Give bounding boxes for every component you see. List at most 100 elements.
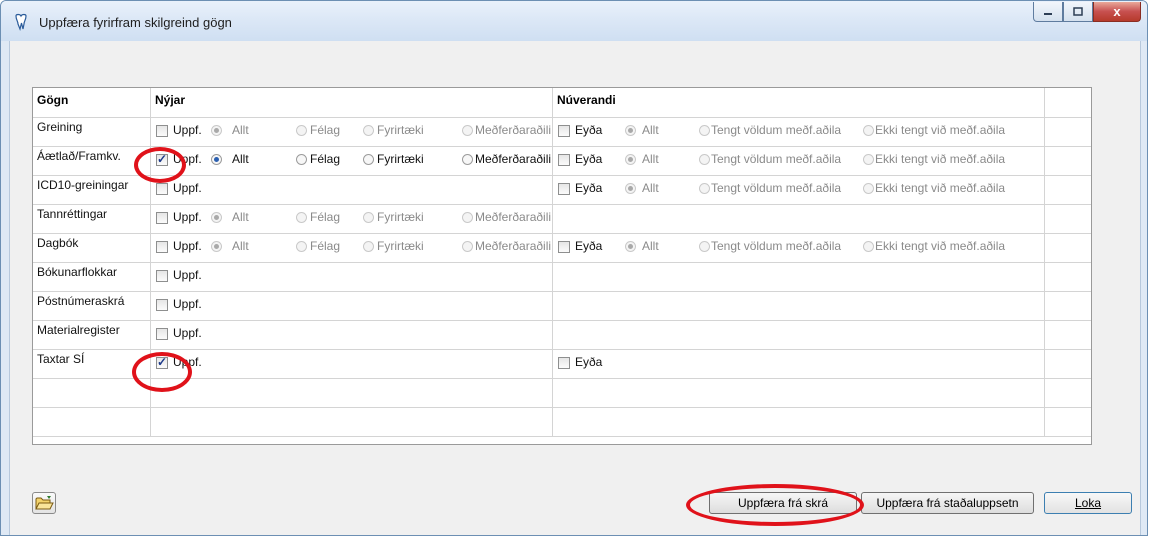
maximize-button[interactable]: [1063, 2, 1093, 22]
nyjar-cell: Uppf.AlltFélagFyrirtækiMeðferðaraðili: [151, 204, 553, 233]
eyda-checkbox[interactable]: [558, 183, 570, 195]
new-scope-label: Meðferðaraðili: [475, 123, 552, 137]
close-button[interactable]: Loka: [1044, 492, 1132, 514]
current-scope-radio[interactable]: [699, 125, 710, 136]
row-label: Póstnúmeraskrá: [33, 291, 151, 320]
current-scope-radio[interactable]: [625, 154, 636, 165]
new-scope-radio[interactable]: [211, 154, 222, 165]
open-folder-icon: [35, 496, 54, 510]
eyda-label: Eyða: [575, 181, 603, 195]
eyda-checkbox[interactable]: [558, 154, 570, 166]
uppf-checkbox[interactable]: [156, 125, 168, 137]
uppf-label: Uppf.: [173, 123, 202, 137]
new-scope-radio[interactable]: [462, 212, 473, 223]
eyda-checkbox[interactable]: [558, 125, 570, 137]
empty-cell: [553, 378, 1045, 407]
current-scope-radio[interactable]: [699, 183, 710, 194]
uppf-checkbox[interactable]: [156, 299, 168, 311]
uppf-label: Uppf.: [173, 268, 202, 282]
minimize-button[interactable]: [1033, 2, 1063, 22]
new-scope-label: Meðferðaraðili: [475, 210, 552, 224]
uppf-checkbox[interactable]: [156, 212, 168, 224]
empty-row: [33, 378, 1091, 408]
title-bar[interactable]: Uppfæra fyrirfram skilgreind gögn x: [1, 1, 1147, 41]
current-scope-label: Ekki tengt við meðf.aðila: [875, 181, 1006, 195]
new-scope-label: Félag: [310, 210, 341, 224]
empty-row: [33, 407, 1091, 437]
new-scope-label: Fyrirtæki: [377, 239, 424, 253]
table-row: Bókunarflokkar Uppf.: [33, 262, 1091, 292]
new-scope-label: Meðferðaraðili: [475, 239, 552, 253]
new-scope-radio[interactable]: [363, 125, 374, 136]
close-icon: x: [1113, 4, 1121, 19]
close-window-button[interactable]: x: [1093, 2, 1141, 22]
eyda-checkbox[interactable]: [558, 357, 570, 369]
nyjar-cell: Uppf.: [151, 349, 553, 378]
column-header-gogn: Gögn: [33, 88, 151, 117]
uppf-checkbox[interactable]: [156, 328, 168, 340]
open-folder-button[interactable]: [32, 492, 56, 514]
eyda-checkbox[interactable]: [558, 241, 570, 253]
extra-cell: [1045, 349, 1091, 378]
current-scope-radio[interactable]: [625, 125, 636, 136]
new-scope-label: Meðferðaraðili: [475, 152, 552, 166]
table-row: Dagbók Uppf. Allt Félag Fyrirtæki Meðferðarað…: [33, 233, 1091, 263]
nuverandi-cell: [553, 320, 1045, 349]
new-scope-radio[interactable]: [462, 125, 473, 136]
new-scope-radio[interactable]: [211, 212, 222, 223]
nuverandi-cell: [553, 291, 1045, 320]
new-scope-label: Allt: [232, 210, 249, 224]
nyjar-cell: Uppf.: [151, 320, 553, 349]
current-scope-radio[interactable]: [863, 183, 874, 194]
new-scope-radio[interactable]: [363, 212, 374, 223]
nyjar-cell: Uppf.AlltFélagFyrirtækiMeðferðaraðili: [151, 233, 553, 262]
current-scope-label: Ekki tengt við meðf.aðila: [875, 239, 1006, 253]
row-label: Tannréttingar: [33, 204, 151, 233]
new-scope-label: Allt: [232, 123, 249, 137]
table-row: ICD10-greiningar Uppf. Eyða Allt Tengt völdu…: [33, 175, 1091, 205]
current-scope-label: Allt: [642, 123, 659, 137]
current-scope-radio[interactable]: [863, 154, 874, 165]
new-scope-radio[interactable]: [363, 154, 374, 165]
row-label: ICD10-greiningar: [33, 175, 151, 204]
uppf-label: Uppf.: [173, 181, 202, 195]
current-scope-radio[interactable]: [625, 183, 636, 194]
update-from-local-setup-button[interactable]: Uppfæra frá staðaluppsetn: [861, 492, 1034, 514]
new-scope-radio[interactable]: [363, 241, 374, 252]
dialog-window: Uppfæra fyrirfram skilgreind gögn x Gögn…: [0, 0, 1148, 536]
nuverandi-cell: [553, 262, 1045, 291]
nuverandi-cell: Eyða: [553, 349, 1045, 378]
current-scope-radio[interactable]: [863, 241, 874, 252]
uppf-checkbox[interactable]: [156, 183, 168, 195]
uppf-checkbox[interactable]: [156, 270, 168, 282]
nuverandi-cell: [553, 204, 1045, 233]
empty-cell: [1045, 407, 1091, 436]
new-scope-label: Fyrirtæki: [377, 210, 424, 224]
new-scope-label: Félag: [310, 239, 341, 253]
current-scope-radio[interactable]: [699, 241, 710, 252]
current-scope-label: Ekki tengt við meðf.aðila: [875, 152, 1006, 166]
window-title: Uppfæra fyrirfram skilgreind gögn: [39, 15, 232, 30]
new-scope-radio[interactable]: [296, 125, 307, 136]
new-scope-radio[interactable]: [296, 241, 307, 252]
annotation-circle-taxtar: [132, 352, 192, 392]
empty-cell: [151, 407, 553, 436]
new-scope-radio[interactable]: [296, 212, 307, 223]
extra-cell: [1045, 175, 1091, 204]
current-scope-label: Tengt völdum meðf.aðila: [711, 181, 842, 195]
nuverandi-cell: Eyða Allt Tengt völdum meðf.aðila Ekki teng…: [553, 146, 1045, 175]
new-scope-radio[interactable]: [211, 125, 222, 136]
nuverandi-cell: Eyða Allt Tengt völdum meðf.aðila Ekki teng…: [553, 117, 1045, 146]
empty-cell: [33, 407, 151, 436]
nyjar-cell: Uppf.AlltFélagFyrirtækiMeðferðaraðili: [151, 146, 553, 175]
new-scope-radio[interactable]: [211, 241, 222, 252]
column-header-nuverandi: Núverandi: [553, 88, 1045, 117]
current-scope-radio[interactable]: [625, 241, 636, 252]
new-scope-radio[interactable]: [296, 154, 307, 165]
current-scope-radio[interactable]: [699, 154, 710, 165]
new-scope-radio[interactable]: [462, 154, 473, 165]
current-scope-radio[interactable]: [863, 125, 874, 136]
uppf-checkbox[interactable]: [156, 241, 168, 253]
new-scope-radio[interactable]: [462, 241, 473, 252]
extra-cell: [1045, 320, 1091, 349]
